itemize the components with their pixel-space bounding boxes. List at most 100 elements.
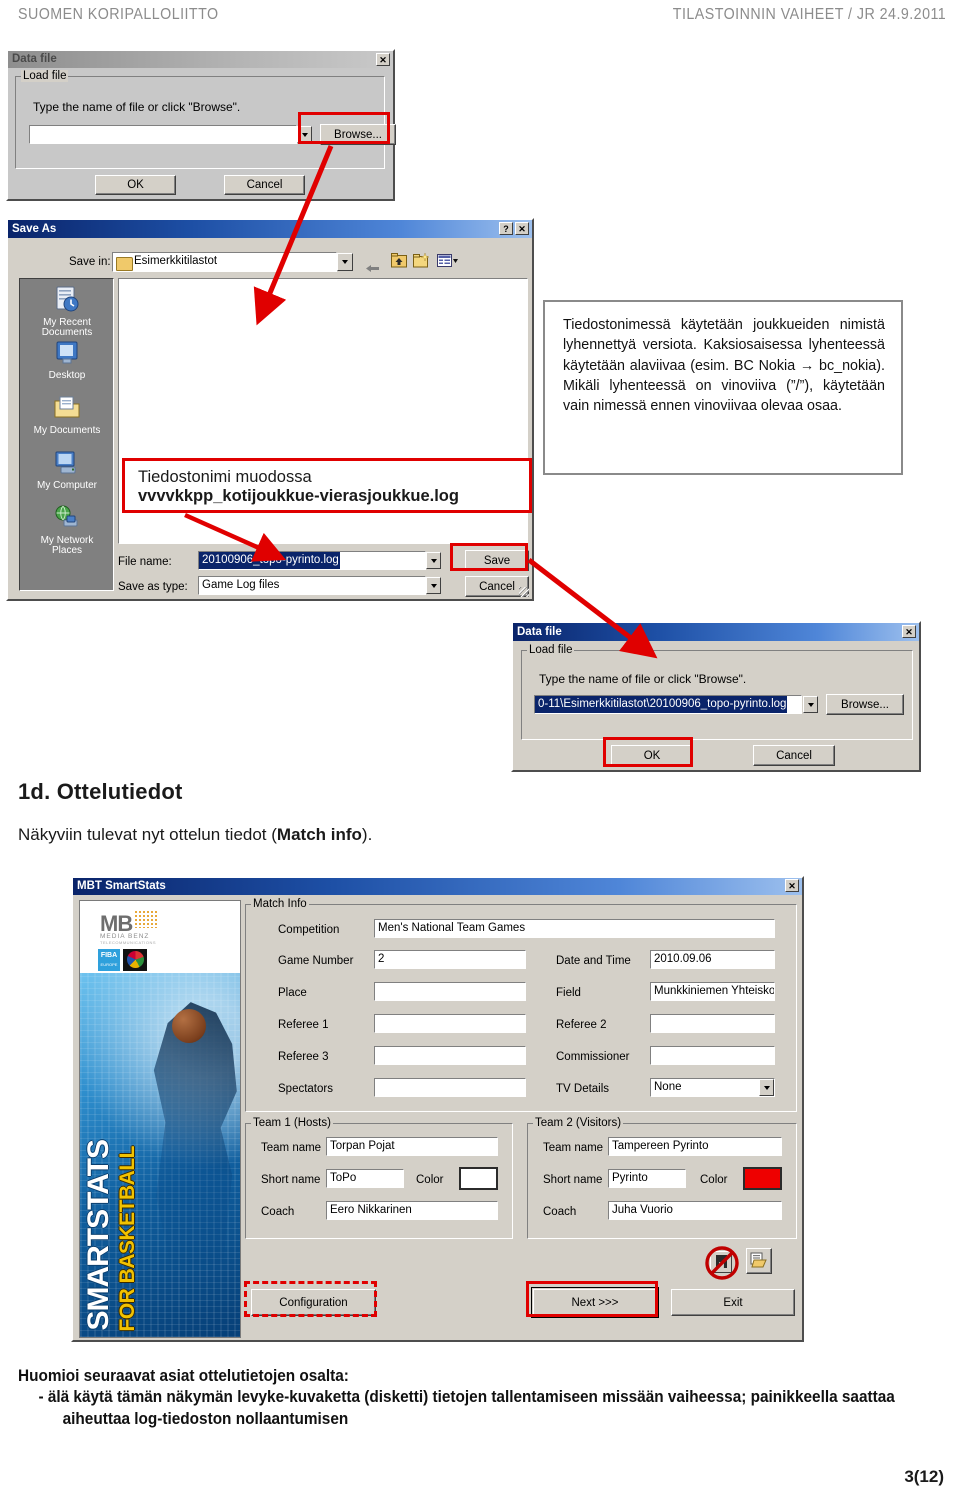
- load-file-instruction-2: Type the name of file or click "Browse".: [539, 672, 747, 686]
- referee-3-input[interactable]: [374, 1046, 526, 1065]
- folder-icon: [116, 257, 133, 271]
- place-my-computer[interactable]: My Computer: [21, 450, 113, 491]
- team-1-color-label: Color: [416, 1174, 444, 1186]
- exit-button[interactable]: Exit: [671, 1289, 795, 1316]
- team-2-short-name-label: Short name: [543, 1174, 603, 1186]
- callout-line-1: Tiedostonimi muodossa: [138, 468, 312, 486]
- place-network-places[interactable]: My Network Places: [21, 505, 113, 557]
- file-name-input[interactable]: 20100906_topo-pyrinto.log: [198, 551, 426, 570]
- up-one-level-icon[interactable]: [391, 253, 407, 268]
- footer-note: Huomioi seuraavat asiat ottelutietojen o…: [18, 1367, 929, 1431]
- spectators-input[interactable]: [374, 1078, 526, 1097]
- referee-2-label: Referee 2: [556, 1019, 607, 1031]
- ok-button-1[interactable]: OK: [95, 175, 176, 195]
- browse-button-1[interactable]: Browse...: [320, 124, 396, 145]
- team-2-coach-label: Coach: [543, 1206, 577, 1218]
- load-file-group-2: Load file Type the name of file or click…: [521, 644, 913, 740]
- data-file-1-title: Data file: [12, 53, 57, 65]
- mbt-window-title: MBT SmartStats: [77, 880, 166, 892]
- close-icon[interactable]: ✕: [515, 222, 529, 235]
- team-2-group: Team 2 (Visitors) Team name Tampereen Py…: [527, 1117, 797, 1239]
- team-2-coach-input[interactable]: Juha Vuorio: [608, 1201, 782, 1220]
- team-2-color-swatch[interactable]: [743, 1167, 782, 1190]
- my-computer-icon: [53, 450, 81, 476]
- match-info-group: Match Info Competition Men's National Te…: [245, 898, 797, 1112]
- chevron-down-icon[interactable]: [803, 696, 818, 713]
- team-2-color-label: Color: [700, 1174, 728, 1186]
- commissioner-input[interactable]: [650, 1046, 775, 1065]
- chevron-down-icon[interactable]: [297, 126, 312, 143]
- save-as-title: Save As: [12, 223, 57, 235]
- load-file-group-1: Load file Type the name of file or click…: [15, 70, 396, 169]
- team-1-color-swatch[interactable]: [459, 1167, 498, 1190]
- data-file-1-titlebar: Data file ✕: [8, 51, 393, 68]
- referee-1-input[interactable]: [374, 1014, 526, 1033]
- euroleague-logo: [123, 949, 147, 971]
- splash-artwork: SMARTSTATS FOR BASKETBALL: [80, 973, 240, 1337]
- competition-label: Competition: [278, 924, 340, 936]
- place-label: My Recent Documents: [41, 316, 93, 338]
- team-1-name-input[interactable]: Torpan Pojat: [326, 1137, 498, 1156]
- file-path-input-2[interactable]: 0-11\Esimerkkitilastot\20100906_topo-pyr…: [534, 695, 802, 714]
- cancel-button-2[interactable]: Cancel: [753, 745, 835, 766]
- place-desktop[interactable]: Desktop: [21, 340, 113, 381]
- chevron-down-icon[interactable]: [426, 577, 441, 594]
- date-and-time-label: Date and Time: [556, 955, 631, 967]
- game-number-input[interactable]: 2: [374, 950, 526, 969]
- chevron-down-icon[interactable]: [337, 253, 353, 271]
- chevron-down-icon[interactable]: [759, 1079, 774, 1096]
- date-and-time-input[interactable]: 2010.09.06: [650, 950, 775, 969]
- fiba-logo: FIBA EUROPE: [98, 949, 120, 971]
- place-my-documents[interactable]: My Documents: [21, 395, 113, 436]
- team-1-coach-input[interactable]: Eero Nikkarinen: [326, 1201, 498, 1220]
- resize-grip[interactable]: [519, 587, 529, 597]
- configuration-button[interactable]: Configuration: [251, 1289, 376, 1316]
- team-1-short-name-input[interactable]: ToPo: [326, 1169, 404, 1188]
- close-icon[interactable]: ✕: [785, 879, 799, 892]
- team-1-coach-label: Coach: [261, 1206, 295, 1218]
- field-input[interactable]: Munkkiniemen Yhteiskoulu: [650, 982, 775, 1001]
- open-folder-button[interactable]: [746, 1248, 772, 1274]
- tv-details-select[interactable]: None: [650, 1078, 775, 1097]
- team-1-short-name-label: Short name: [261, 1174, 321, 1186]
- field-label: Field: [556, 987, 581, 999]
- my-documents-icon: [53, 395, 81, 421]
- place-label: My Computer: [36, 479, 97, 491]
- file-path-input-1[interactable]: [29, 125, 297, 144]
- close-icon[interactable]: ✕: [376, 53, 390, 66]
- next-button[interactable]: Next >>>: [531, 1287, 659, 1318]
- page-title: 1d. Ottelutiedot: [18, 779, 183, 804]
- data-file-2-titlebar: Data file ✕: [513, 623, 919, 641]
- team-2-name-input[interactable]: Tampereen Pyrinto: [608, 1137, 782, 1156]
- views-icon[interactable]: [437, 253, 459, 268]
- competition-input[interactable]: Men's National Team Games: [374, 919, 775, 938]
- cancel-button-1[interactable]: Cancel: [224, 175, 305, 195]
- team-2-short-name-input[interactable]: Pyrinto: [608, 1169, 686, 1188]
- file-name-label: File name:: [118, 556, 172, 568]
- save-disabled-icon[interactable]: [705, 1246, 739, 1280]
- browse-button-2[interactable]: Browse...: [826, 694, 904, 715]
- footer-note-intro: Huomioi seuraavat asiat ottelutietojen o…: [18, 1367, 349, 1385]
- place-input[interactable]: [374, 982, 526, 1001]
- media-benz-subtitle: MEDIA BENZ: [100, 933, 150, 940]
- close-icon[interactable]: ✕: [902, 625, 916, 638]
- help-icon[interactable]: ?: [499, 222, 513, 235]
- save-as-dialog: Save As ? ✕ Save in: Esimerkkitilastot M…: [6, 218, 534, 601]
- fiba-text: FIBA: [100, 952, 118, 959]
- tv-details-label: TV Details: [556, 1083, 610, 1095]
- new-folder-icon[interactable]: [413, 252, 430, 268]
- back-icon[interactable]: [366, 259, 379, 272]
- team-1-legend: Team 1 (Hosts): [251, 1117, 333, 1129]
- save-button[interactable]: Save: [465, 550, 529, 571]
- save-in-combo[interactable]: Esimerkkitilastot: [112, 252, 337, 272]
- desktop-icon: [53, 340, 81, 366]
- header-doc-meta: TILASTOINNIN VAIHEET / JR 24.9.2011: [672, 6, 946, 23]
- referee-2-input[interactable]: [650, 1014, 775, 1033]
- section-intro-before: Näkyviin tulevat nyt ottelun tiedot (: [18, 825, 277, 844]
- chevron-down-icon[interactable]: [426, 552, 441, 569]
- team-2-name-label: Team name: [543, 1142, 604, 1154]
- save-as-type-combo[interactable]: Game Log files: [198, 576, 426, 595]
- ok-button-2[interactable]: OK: [611, 745, 693, 766]
- referee-3-label: Referee 3: [278, 1051, 329, 1063]
- place-my-recent-documents[interactable]: My Recent Documents: [21, 285, 113, 339]
